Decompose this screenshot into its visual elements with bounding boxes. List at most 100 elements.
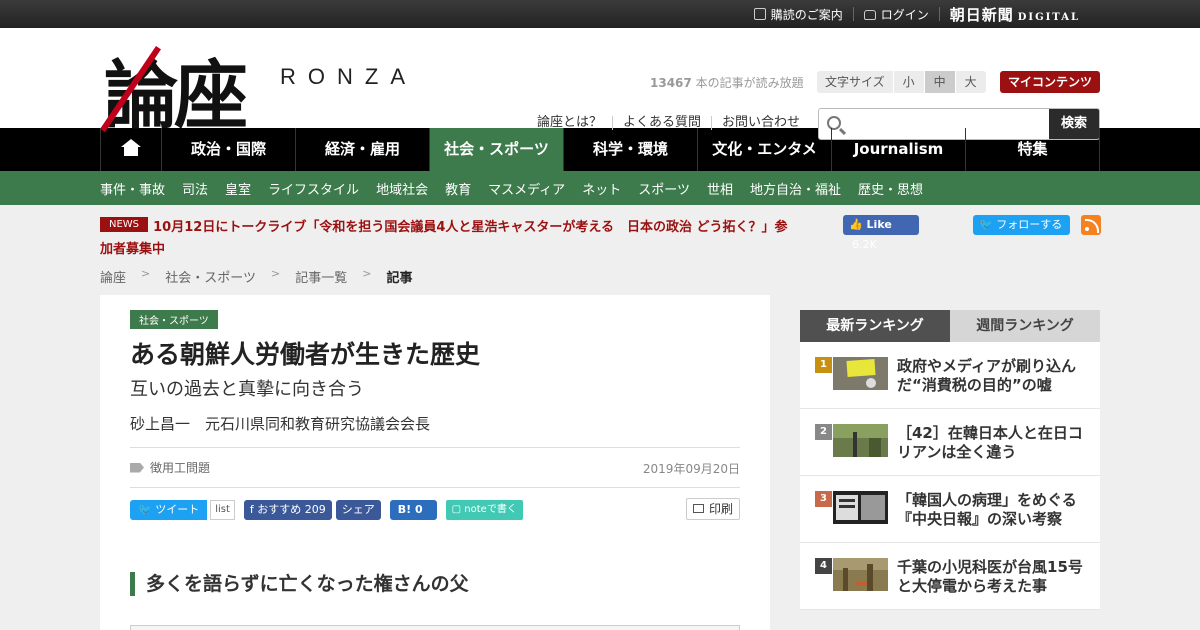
login-link[interactable]: ログイン [854, 7, 940, 22]
subnav-item[interactable]: ネット [582, 179, 621, 198]
thumbnail-image [833, 357, 888, 390]
ronza-logo[interactable]: 論座 RONZA [100, 36, 444, 139]
article-main: 社会・スポーツ ある朝鮮人労働者が生きた歴史 互いの過去と真摯に向き合う 砂上昌… [100, 295, 770, 630]
ranking-thumbnail [833, 424, 888, 457]
ranking-title: 「韓国人の病理」をめぐる『中央日報』の深い考察 [897, 491, 1077, 528]
thumbnail-image [833, 558, 888, 591]
nav-culture[interactable]: 文化・エンタメ [697, 128, 831, 171]
facebook-recommend-count: 209 [304, 503, 326, 516]
subnav-item[interactable]: 事件・事故 [100, 179, 165, 198]
site-header: 論座 RONZA 13467 本の記事が読み放題 文字サイズ 小 中 大 マイコ… [0, 28, 1200, 140]
font-size-large-button[interactable]: 大 [954, 71, 986, 93]
nav-society[interactable]: 社会・スポーツ [429, 128, 563, 171]
nav-economy[interactable]: 経済・雇用 [295, 128, 429, 171]
subnav-item[interactable]: 皇室 [225, 179, 251, 198]
asahi-digital-logo[interactable]: 朝日新聞 DIGITAL [940, 4, 1080, 25]
news-badge: NEWS [100, 217, 149, 232]
hatena-icon: B! [397, 503, 415, 516]
ranking-tabs: 最新ランキング 週間ランキング [800, 310, 1100, 342]
nav-journalism[interactable]: Journalism [831, 128, 965, 171]
breadcrumb-list[interactable]: 記事一覧 [295, 267, 347, 286]
ranking-title: ［42］在韓日本人と在日コリアンは全く違う [897, 424, 1083, 461]
logo-latin: RONZA [280, 64, 417, 89]
section-heading: 多くを語らずに亡くなった権さんの父 [130, 572, 469, 596]
ranking-item[interactable]: 4 千葉の小児科医が台風15号と大停電から考えた事 [800, 543, 1100, 610]
subscribe-link[interactable]: 購読のご案内 [744, 7, 854, 22]
nav-special[interactable]: 特集 [965, 128, 1100, 171]
rank-number: 1 [815, 357, 832, 373]
facebook-like-button[interactable]: 👍 Like 6.2K [843, 215, 919, 251]
breadcrumb-current: 記事 [386, 271, 413, 286]
ranking-item[interactable]: 1 政府やメディアが刷り込んだ“消費税の目的”の嘘 [800, 342, 1100, 409]
breadcrumb-category[interactable]: 社会・スポーツ [165, 267, 256, 286]
subnav-item[interactable]: スポーツ [638, 179, 690, 198]
content-box [130, 625, 740, 630]
breadcrumb: 論座 > 社会・スポーツ > 記事一覧 > 記事 [100, 267, 412, 286]
tweet-label: ツイート [155, 503, 200, 516]
font-size-control: 文字サイズ 小 中 大 [817, 71, 986, 93]
font-size-medium-button[interactable]: 中 [923, 71, 955, 93]
divider [130, 487, 740, 488]
subnav-item[interactable]: 歴史・思想 [858, 179, 923, 198]
home-icon [121, 139, 141, 156]
login-label: ログイン [880, 7, 929, 22]
ranking-item[interactable]: 3 「韓国人の病理」をめぐる『中央日報』の深い考察 [800, 476, 1100, 543]
read-count-number: 13467 [650, 76, 692, 90]
article-subtitle: 互いの過去と真摯に向き合う [130, 379, 364, 400]
divider [130, 447, 740, 448]
twitter-follow-label: フォローする [996, 218, 1063, 231]
category-badge[interactable]: 社会・スポーツ [130, 310, 218, 329]
font-size-label: 文字サイズ [817, 71, 893, 93]
read-count-text: 本の記事が読み放題 [695, 76, 804, 90]
rank-number: 4 [815, 558, 832, 574]
news-link[interactable]: 10月12日にトークライブ「令和を担う国会議員4人と星浩キャスターが考える 日本… [100, 220, 788, 257]
tag-link[interactable]: 徴用工問題 [150, 459, 210, 476]
rank-number: 3 [815, 491, 832, 507]
breadcrumb-home[interactable]: 論座 [100, 267, 126, 286]
subnav-item[interactable]: 教育 [445, 179, 471, 198]
subnav-item[interactable]: 地方自治・福祉 [750, 179, 841, 198]
print-button[interactable]: 印刷 [685, 498, 740, 520]
ranking-item[interactable]: 2 ［42］在韓日本人と在日コリアンは全く違う [800, 409, 1100, 476]
subnav-item[interactable]: ライフスタイル [268, 179, 359, 198]
nav-science[interactable]: 科学・環境 [563, 128, 697, 171]
note-button[interactable]: ▢ noteで書く [445, 500, 523, 520]
main-nav: 政治・国際 経済・雇用 社会・スポーツ 科学・環境 文化・エンタメ Journa… [0, 128, 1200, 171]
thumbnail-image [833, 491, 888, 524]
twitter-list-button[interactable]: list [210, 500, 235, 520]
share-buttons: 🐦 ツイート list f おすすめ 209 シェア B! 0 ▢ noteで書… [130, 500, 523, 520]
nav-politics[interactable]: 政治・国際 [161, 128, 295, 171]
tab-latest-ranking[interactable]: 最新ランキング [800, 310, 950, 342]
subscribe-label: 購読のご案内 [770, 7, 843, 22]
subnav-item[interactable]: 地域社会 [376, 179, 428, 198]
ranking-thumbnail [833, 357, 888, 390]
lock-icon [863, 10, 876, 20]
article-author[interactable]: 砂上昌一 元石川県同和教育研究協議会会長 [130, 413, 430, 434]
tag-icon [130, 462, 144, 473]
breadcrumb-separator: > [270, 267, 281, 280]
article-date: 2019年09月20日 [642, 462, 740, 476]
article-title: ある朝鮮人労働者が生きた歴史 [130, 340, 481, 369]
tab-weekly-ranking[interactable]: 週間ランキング [950, 310, 1100, 342]
brand-sub: DIGITAL [1017, 11, 1080, 23]
facebook-share-button[interactable]: シェア [335, 500, 381, 520]
top-bar: 購読のご案内 ログイン 朝日新聞 DIGITAL [0, 0, 1200, 28]
twitter-follow-button[interactable]: 🐦 フォローする [973, 215, 1070, 235]
facebook-recommend-button[interactable]: f おすすめ 209 [243, 500, 332, 520]
rss-icon[interactable] [1081, 215, 1101, 235]
news-banner: NEWS 10月12日にトークライブ「令和を担う国会議員4人と星浩キャスターが考… [100, 216, 790, 260]
tweet-button[interactable]: 🐦 ツイート [130, 500, 208, 520]
subnav-item[interactable]: 司法 [182, 179, 208, 198]
nav-home[interactable] [100, 128, 161, 171]
subnav-item[interactable]: マスメディア [488, 179, 565, 198]
facebook-like-count: 6.2K [852, 238, 877, 251]
note-icon: ▢ [451, 504, 465, 515]
font-size-small-button[interactable]: 小 [892, 71, 924, 93]
print-label: 印刷 [708, 502, 733, 516]
ranking-thumbnail [833, 558, 888, 591]
subnav-item[interactable]: 世相 [707, 179, 733, 198]
my-content-button[interactable]: マイコンテンツ [1000, 71, 1100, 93]
hatena-bookmark-button[interactable]: B! 0 [389, 500, 437, 520]
breadcrumb-separator: > [362, 267, 372, 280]
twitter-icon: 🐦 [138, 503, 156, 516]
